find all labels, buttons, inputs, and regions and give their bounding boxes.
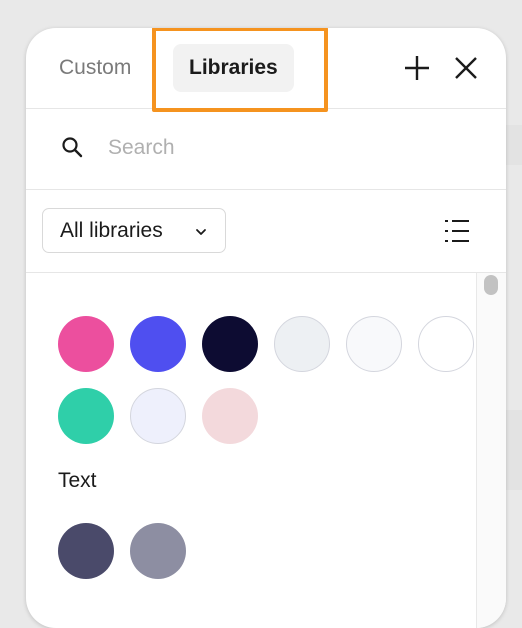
color-swatch[interactable] bbox=[130, 388, 186, 444]
background-strip bbox=[506, 125, 522, 165]
color-swatch[interactable] bbox=[58, 523, 114, 579]
color-swatch[interactable] bbox=[274, 316, 330, 372]
color-swatch[interactable] bbox=[58, 388, 114, 444]
search-icon bbox=[60, 135, 84, 159]
library-filter-label: All libraries bbox=[60, 218, 163, 242]
color-swatch[interactable] bbox=[202, 388, 258, 444]
section-title-text: Text bbox=[58, 469, 97, 492]
background-strip bbox=[506, 410, 522, 490]
panel-header: Custom Libraries bbox=[26, 28, 506, 112]
list-view-icon[interactable] bbox=[442, 216, 472, 246]
swatch-list: Text bbox=[26, 273, 506, 628]
search-bar bbox=[26, 109, 506, 190]
color-swatch[interactable] bbox=[346, 316, 402, 372]
filter-bar: All libraries bbox=[26, 190, 506, 273]
library-filter-dropdown[interactable]: All libraries bbox=[42, 208, 226, 253]
color-swatch[interactable] bbox=[58, 316, 114, 372]
color-swatch[interactable] bbox=[130, 523, 186, 579]
color-picker-panel: Custom Libraries All libraries bbox=[26, 28, 506, 628]
chevron-down-icon bbox=[195, 225, 207, 237]
color-swatch[interactable] bbox=[202, 316, 258, 372]
tab-libraries[interactable]: Libraries bbox=[173, 44, 294, 92]
scrollbar-track[interactable] bbox=[476, 273, 506, 628]
plus-icon[interactable] bbox=[401, 52, 433, 84]
scrollbar-thumb[interactable] bbox=[484, 275, 498, 295]
close-icon[interactable] bbox=[450, 52, 482, 84]
color-swatch[interactable] bbox=[418, 316, 474, 372]
tab-custom[interactable]: Custom bbox=[43, 44, 147, 92]
search-input[interactable] bbox=[106, 131, 470, 165]
color-swatch[interactable] bbox=[130, 316, 186, 372]
